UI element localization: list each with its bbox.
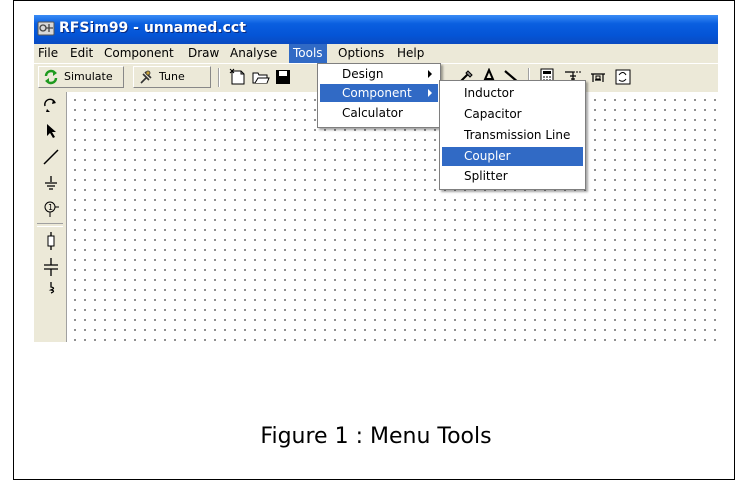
menu-draw[interactable]: Draw <box>184 44 223 63</box>
open-folder-icon[interactable] <box>252 68 270 86</box>
simulate-button[interactable]: Simulate <box>38 66 124 88</box>
capacitor-icon[interactable] <box>42 258 60 276</box>
tune-label: Tune <box>159 70 185 83</box>
schematic-canvas[interactable] <box>67 92 718 342</box>
menu-help[interactable]: Help <box>393 44 428 63</box>
tools-menu: Design Component <box>317 63 441 107</box>
tools-menu-component[interactable]: Component <box>320 84 438 103</box>
app-icon <box>37 21 55 36</box>
wire-icon[interactable] <box>42 148 60 166</box>
submenu-arrow-icon <box>428 89 432 97</box>
refresh-icon <box>44 69 58 85</box>
menu-tools[interactable]: Tools <box>289 44 327 63</box>
app-window: RFSim99 - unnamed.cct File Edit Componen… <box>34 15 718 342</box>
menu-options[interactable]: Options <box>334 44 388 63</box>
submenu-splitter[interactable]: Splitter <box>442 167 583 186</box>
save-disk-icon[interactable] <box>274 68 292 86</box>
tools-menu-component-label: Component <box>342 86 412 100</box>
tools-menu-calculator-label: Calculator <box>342 106 403 120</box>
tools-menu-lower: Calculator <box>317 102 441 128</box>
tools-menu-design-label: Design <box>342 67 384 81</box>
submenu-capacitor[interactable]: Capacitor <box>442 105 583 124</box>
rotate-icon[interactable] <box>42 97 60 115</box>
svg-text:1: 1 <box>48 203 53 212</box>
port-source-icon[interactable]: 1 <box>42 200 60 218</box>
figure-caption: Figure 1 : Menu Tools <box>260 424 492 449</box>
menu-bar: File Edit Component Draw Analyse Tools O… <box>34 44 718 63</box>
menu-component[interactable]: Component <box>100 44 178 63</box>
menu-analyse[interactable]: Analyse <box>226 44 281 63</box>
ground-icon[interactable] <box>42 174 60 192</box>
pointer-icon[interactable] <box>42 122 60 140</box>
component-palette: 1 <box>34 92 67 342</box>
title-bar[interactable]: RFSim99 - unnamed.cct <box>34 15 718 44</box>
toolbar-separator <box>218 68 220 87</box>
inductor-icon[interactable] <box>42 282 60 300</box>
window-title: RFSim99 - unnamed.cct <box>59 20 246 36</box>
tools-menu-design[interactable]: Design <box>320 65 438 84</box>
tools-menu-calculator[interactable]: Calculator <box>320 104 438 123</box>
bode-icon[interactable] <box>614 68 632 86</box>
submenu-arrow-icon <box>428 70 432 78</box>
tune-icon <box>140 70 152 84</box>
palette-separator <box>37 223 63 227</box>
menu-edit[interactable]: Edit <box>66 44 97 63</box>
submenu-coupler[interactable]: Coupler <box>442 147 583 166</box>
component-submenu: Inductor Capacitor Transmission Line Cou… <box>439 80 586 190</box>
menu-file[interactable]: File <box>34 44 62 63</box>
port-icon[interactable] <box>589 68 607 86</box>
tune-button[interactable]: Tune <box>133 66 211 88</box>
resistor-icon[interactable] <box>42 232 60 250</box>
simulate-label: Simulate <box>64 70 113 83</box>
new-file-icon[interactable] <box>229 68 247 86</box>
submenu-inductor[interactable]: Inductor <box>442 84 583 103</box>
submenu-transmission-line[interactable]: Transmission Line <box>442 126 583 145</box>
